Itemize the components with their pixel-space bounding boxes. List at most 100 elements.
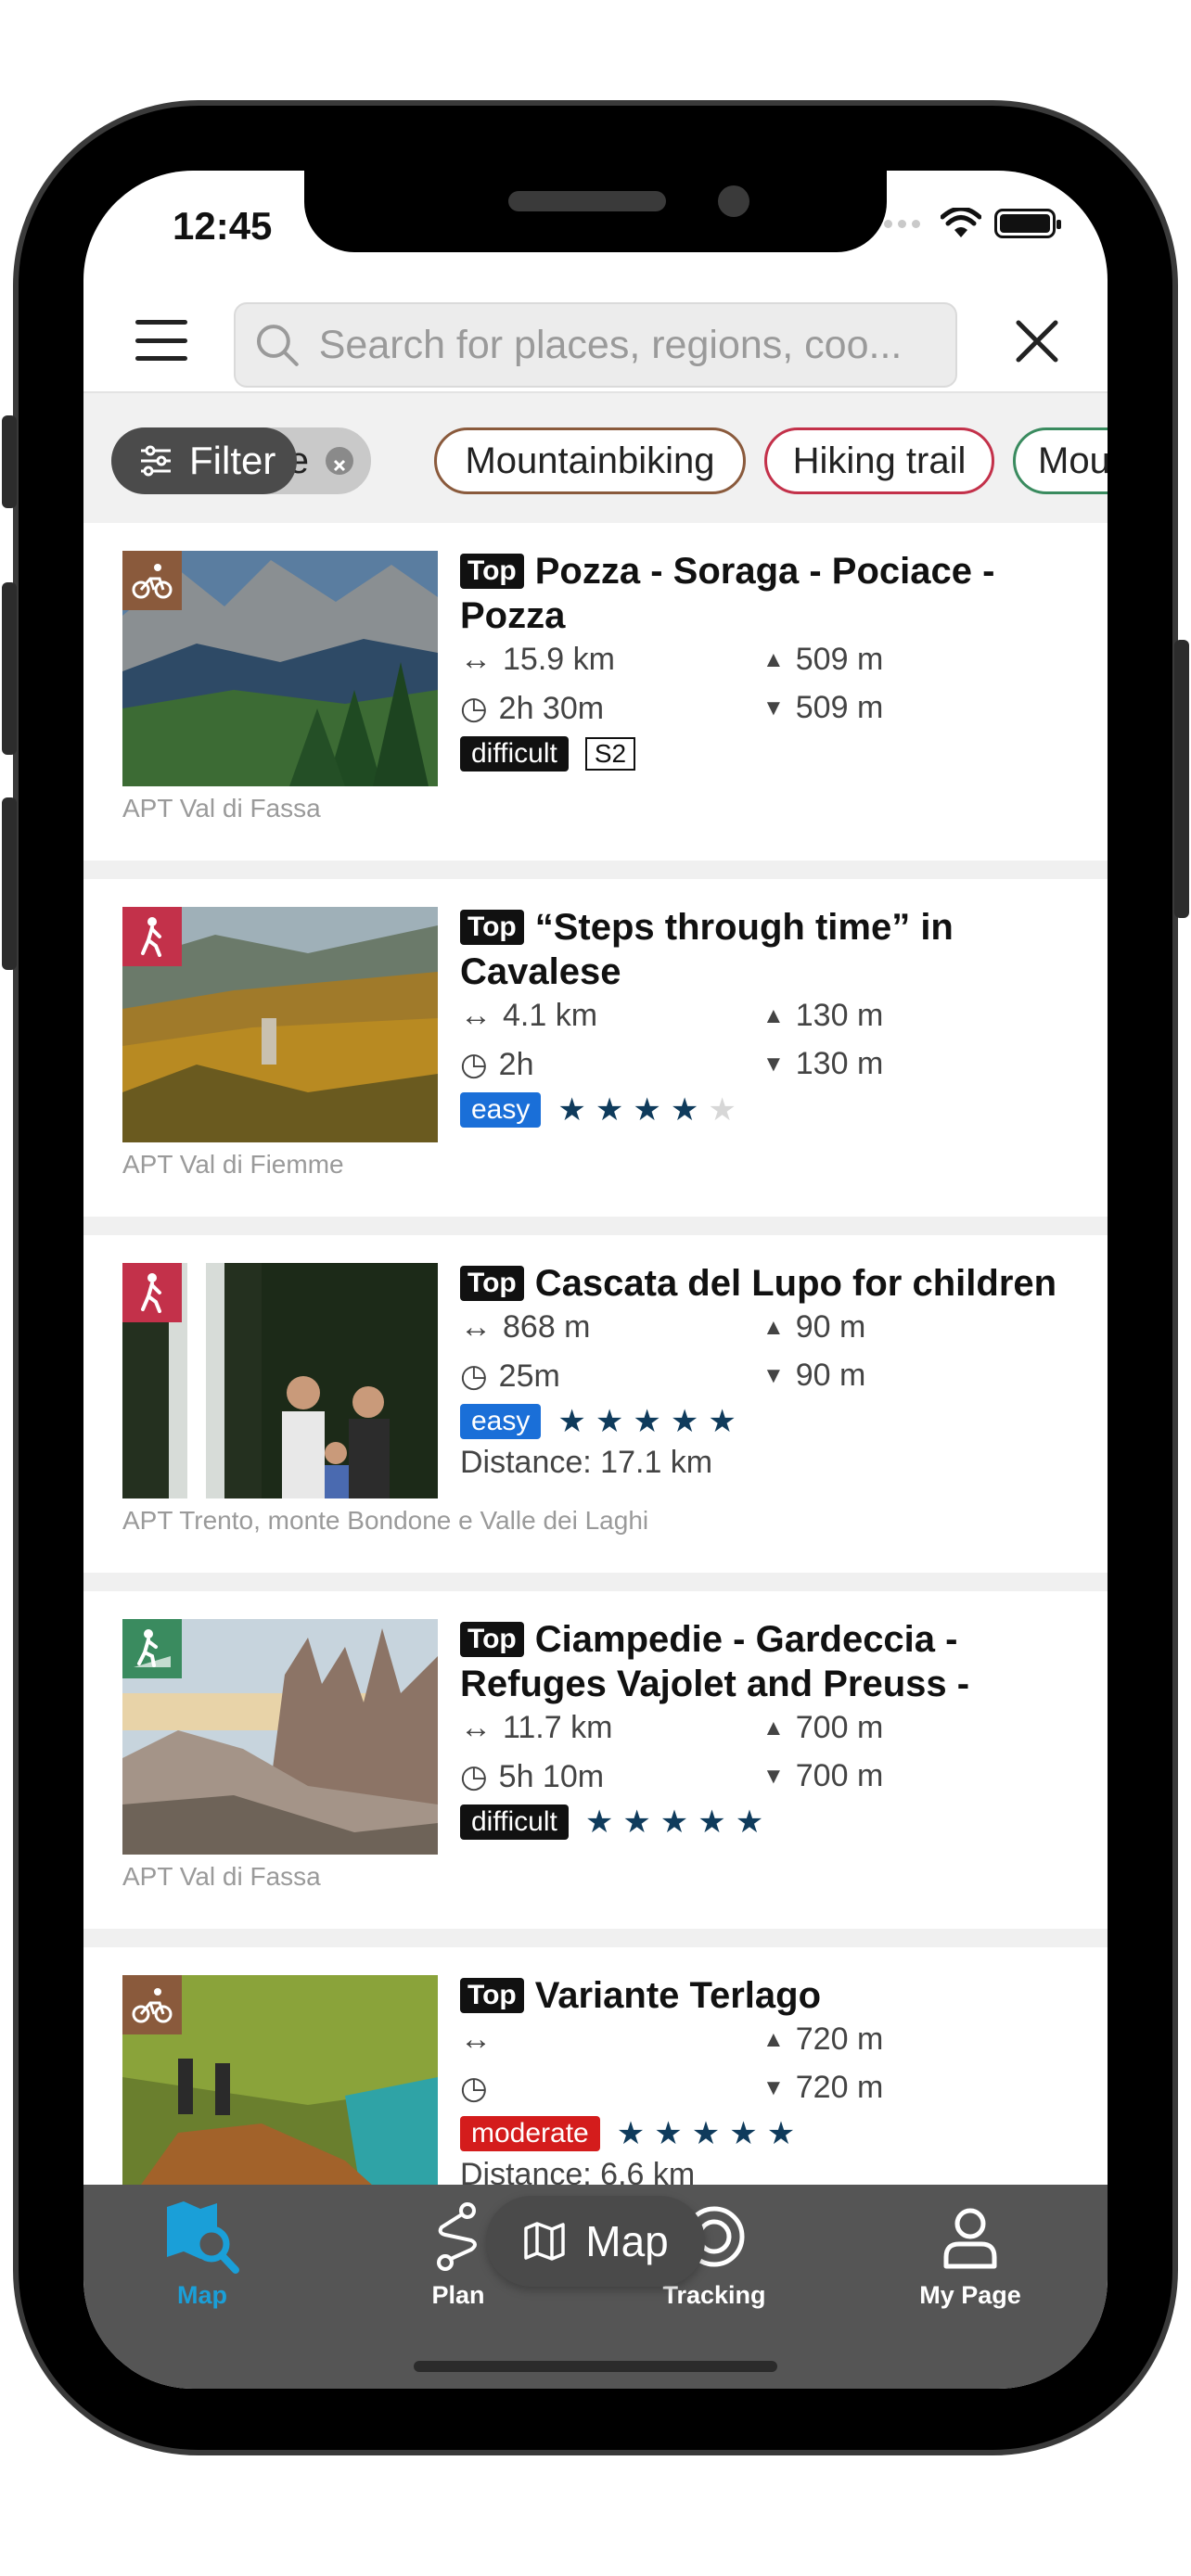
search-input[interactable]: Search for places, regions, coo... bbox=[234, 302, 957, 388]
clock-icon: ◷ bbox=[460, 2071, 488, 2106]
status-indicators bbox=[870, 208, 1061, 239]
sliders-icon bbox=[141, 445, 171, 477]
tour-title-text: Ciampedie - Gardeccia - Refuges Vajolet … bbox=[460, 1619, 970, 1704]
map-icon bbox=[524, 2222, 565, 2261]
duration-value: 25m bbox=[498, 1358, 560, 1394]
tour-distance-from-location: Distance: 17.1 km bbox=[460, 1445, 713, 1480]
filter-label: Filter bbox=[189, 439, 276, 482]
top-badge: Top bbox=[460, 1266, 524, 1301]
tour-stats: ↔ 15.9 km ◷ 2h 30m ▲ 509 m ▼ 509 m bbox=[460, 638, 1091, 736]
filter-button[interactable]: Filter bbox=[111, 427, 297, 494]
distance-value: 11.7 km bbox=[503, 1710, 613, 1745]
app-screen: 12:45 Search for places, regions, coo...… bbox=[83, 171, 1108, 2389]
list-item[interactable]: APT Val di Fiemme Top “Steps through time… bbox=[83, 879, 1108, 1217]
ascent-icon: ▲ bbox=[762, 1314, 785, 1340]
tour-title-text: Cascata del Lupo for children bbox=[534, 1263, 1057, 1304]
distance-icon: ↔ bbox=[460, 2021, 492, 2057]
star-filled-icon: ★ bbox=[729, 2116, 758, 2151]
tab-label: My Page bbox=[919, 2281, 1021, 2309]
descent-icon: ▼ bbox=[762, 1763, 785, 1789]
chip-mountain[interactable]: Mou bbox=[1013, 427, 1108, 494]
map-view-button[interactable]: Map bbox=[486, 2196, 705, 2287]
list-separator bbox=[83, 1573, 1108, 1591]
list-item[interactable]: APT Val di Fassa Top Pozza - Soraga - Poc… bbox=[83, 523, 1108, 861]
difficulty-badge: easy bbox=[460, 1092, 542, 1128]
ascent-value: 700 m bbox=[795, 1710, 884, 1745]
star-filled-icon: ★ bbox=[670, 1092, 699, 1128]
ascent-value: 90 m bbox=[795, 1309, 866, 1345]
star-filled-icon: ★ bbox=[622, 1804, 651, 1840]
tour-stats: ↔ 868 m ◷ 25m ▲ 90 m ▼ 90 m bbox=[460, 1306, 1091, 1404]
tour-stats: ↔ ◷ ▲ 720 m ▼ 720 m bbox=[460, 2018, 1091, 2116]
hiking-icon bbox=[122, 1263, 182, 1322]
notch bbox=[304, 171, 887, 252]
star-filled-icon: ★ bbox=[557, 1092, 586, 1128]
tour-title[interactable]: Top Ciampedie - Gardeccia - Refuges Vajol… bbox=[460, 1617, 1091, 1706]
clock-icon: ◷ bbox=[460, 1047, 488, 1082]
map-search-icon bbox=[167, 2201, 239, 2274]
star-filled-icon: ★ bbox=[766, 2116, 796, 2151]
list-item[interactable]: APT Trento, monte Bondone e Valle dei La… bbox=[83, 1235, 1108, 1573]
duration-value: 5h 10m bbox=[498, 1758, 605, 1794]
tour-source: APT Val di Fiemme bbox=[122, 1150, 344, 1179]
difficulty-badge: difficult bbox=[460, 1804, 569, 1840]
ascent-icon: ▲ bbox=[762, 1715, 785, 1741]
top-badge: Top bbox=[460, 1978, 524, 2013]
difficulty-badge: moderate bbox=[460, 2116, 600, 2151]
tour-title[interactable]: Top “Steps through time” in Cavalese bbox=[460, 905, 1091, 994]
list-separator bbox=[83, 861, 1108, 879]
descent-icon: ▼ bbox=[762, 1051, 785, 1077]
menu-icon[interactable] bbox=[135, 317, 187, 363]
remove-chip-icon[interactable] bbox=[326, 447, 353, 475]
rating-stars: ★ ★ ★ ★ ★ bbox=[585, 1805, 763, 1839]
close-icon[interactable] bbox=[1011, 315, 1063, 367]
descent-icon: ▼ bbox=[762, 695, 785, 721]
tab-my-page[interactable]: My Page bbox=[877, 2198, 1063, 2310]
star-filled-icon: ★ bbox=[584, 1804, 614, 1840]
clock-icon: ◷ bbox=[460, 691, 488, 726]
clock-icon: ◷ bbox=[460, 1358, 488, 1394]
chip-mountainbiking[interactable]: Mountainbiking bbox=[434, 427, 746, 494]
descent-value: 130 m bbox=[795, 1046, 884, 1081]
filter-chips-row: Route Mountainbiking Hiking trail Mou Fi… bbox=[83, 393, 1108, 523]
ascent-icon: ▲ bbox=[762, 1002, 785, 1028]
tour-title[interactable]: Top Cascata del Lupo for children bbox=[460, 1261, 1091, 1306]
tab-label: Tracking bbox=[662, 2281, 766, 2309]
tour-image bbox=[122, 907, 438, 1142]
tour-title[interactable]: Top Variante Terlago bbox=[460, 1973, 1091, 2018]
descent-value: 509 m bbox=[795, 690, 884, 725]
star-empty-icon: ★ bbox=[708, 1092, 736, 1128]
tab-map[interactable]: Map bbox=[109, 2198, 295, 2310]
search-placeholder: Search for places, regions, coo... bbox=[318, 322, 903, 367]
tour-source: APT Val di Fassa bbox=[122, 794, 321, 823]
power-button bbox=[1174, 640, 1189, 918]
star-filled-icon: ★ bbox=[691, 2116, 721, 2151]
star-filled-icon: ★ bbox=[660, 1804, 689, 1840]
top-badge: Top bbox=[460, 554, 524, 589]
scale-badge: S2 bbox=[584, 737, 636, 771]
wifi-icon bbox=[941, 208, 981, 237]
rating-stars: ★ ★ ★ ★ ★ bbox=[557, 1405, 736, 1438]
search-icon bbox=[256, 325, 299, 366]
star-filled-icon: ★ bbox=[595, 1404, 624, 1439]
distance-value: 868 m bbox=[503, 1309, 591, 1345]
ascent-value: 130 m bbox=[795, 998, 884, 1033]
distance-icon: ↔ bbox=[460, 642, 492, 677]
ascent-value: 509 m bbox=[795, 642, 884, 677]
tour-title-text: Variante Terlago bbox=[534, 1975, 822, 2016]
tour-title-text: “Steps through time” in Cavalese bbox=[460, 907, 954, 992]
duration-value: 2h bbox=[498, 1046, 534, 1082]
user-icon bbox=[943, 2208, 997, 2269]
ascent-value: 720 m bbox=[795, 2021, 884, 2057]
star-filled-icon: ★ bbox=[670, 1404, 699, 1439]
chip-hiking-trail[interactable]: Hiking trail bbox=[764, 427, 994, 494]
top-badge: Top bbox=[460, 1622, 524, 1657]
tour-source: APT Trento, monte Bondone e Valle dei La… bbox=[122, 1506, 649, 1535]
descent-icon: ▼ bbox=[762, 1362, 785, 1388]
star-filled-icon: ★ bbox=[708, 1404, 736, 1439]
tour-title[interactable]: Top Pozza - Soraga - Pociace - Pozza bbox=[460, 549, 1091, 638]
descent-value: 720 m bbox=[795, 2070, 884, 2105]
descent-value: 90 m bbox=[795, 1358, 866, 1393]
mute-switch bbox=[2, 415, 17, 508]
list-item[interactable]: APT Val di Fassa Top Ciampedie - Gardecci… bbox=[83, 1591, 1108, 1929]
